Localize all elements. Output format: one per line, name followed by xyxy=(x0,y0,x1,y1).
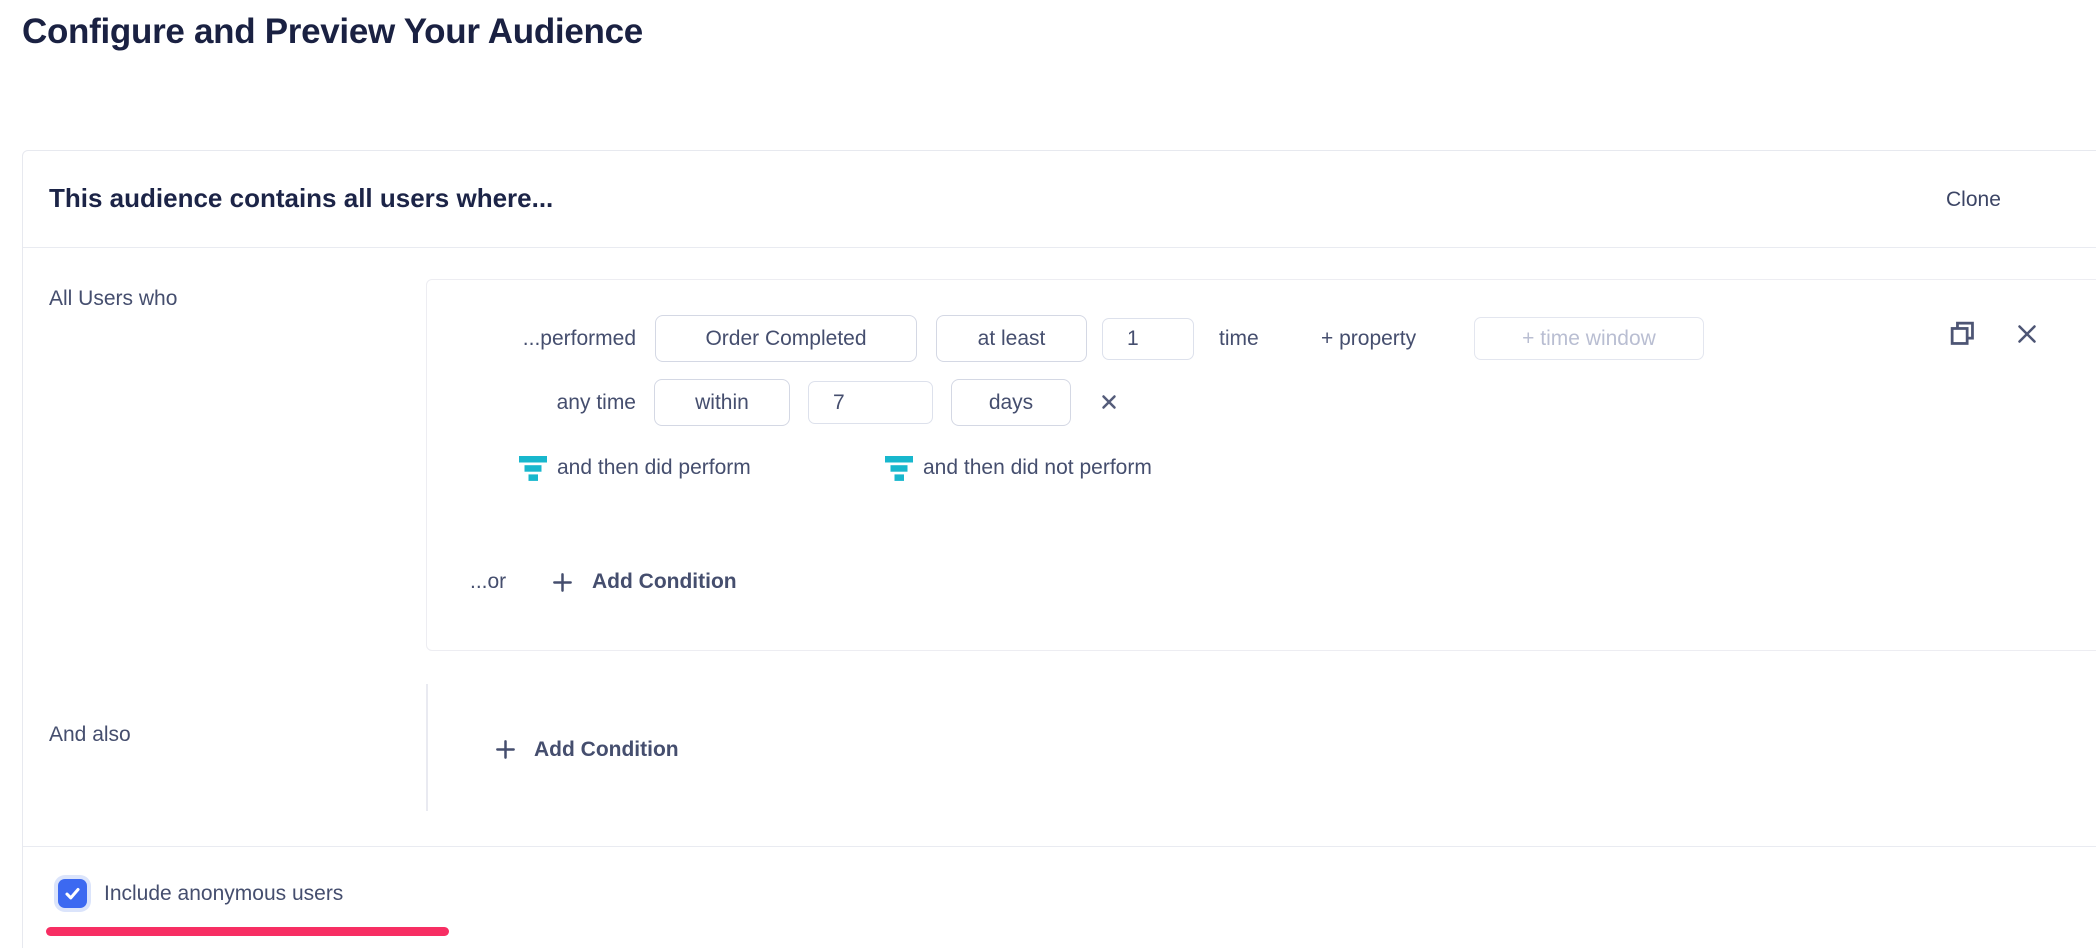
group-label-all-users-who: All Users who xyxy=(49,287,177,311)
duplicate-condition-icon[interactable] xyxy=(1948,319,1978,349)
check-icon xyxy=(63,884,82,903)
header-divider xyxy=(23,247,2096,248)
audience-card: This audience contains all users where..… xyxy=(22,150,2096,948)
add-property-button[interactable]: + property xyxy=(1321,315,1416,362)
annotation-underline xyxy=(46,927,449,936)
and-then-did-perform-link[interactable]: and then did perform xyxy=(557,454,751,481)
and-also-divider xyxy=(426,684,428,811)
anytime-prefix-label: any time xyxy=(427,379,636,426)
funnel-icon xyxy=(885,455,913,481)
clone-button[interactable]: Clone xyxy=(1946,188,2001,212)
condition-group-box: ...performed Order Completed at least ti… xyxy=(426,279,2096,651)
time-operator-button[interactable]: within xyxy=(654,379,790,426)
and-then-did-not-perform-link[interactable]: and then did not perform xyxy=(923,454,1152,481)
remove-time-window-icon[interactable] xyxy=(1099,392,1119,412)
include-anonymous-label: Include anonymous users xyxy=(104,882,343,906)
section-divider xyxy=(23,846,2096,847)
count-input[interactable] xyxy=(1102,318,1194,360)
time-value-input[interactable] xyxy=(808,381,933,424)
count-suffix-label: time xyxy=(1219,315,1259,362)
event-select-button[interactable]: Order Completed xyxy=(655,315,917,362)
operator-select-button[interactable]: at least xyxy=(936,315,1087,362)
time-window-input[interactable] xyxy=(1474,317,1704,360)
add-condition-button[interactable]: Add Condition xyxy=(592,570,737,594)
plus-icon[interactable] xyxy=(494,738,517,761)
page-title: Configure and Preview Your Audience xyxy=(22,12,643,52)
remove-condition-icon[interactable] xyxy=(2015,322,2039,346)
card-title: This audience contains all users where..… xyxy=(49,183,553,214)
plus-icon[interactable] xyxy=(551,571,574,594)
audience-config-page: Configure and Preview Your Audience This… xyxy=(0,0,2096,948)
time-unit-button[interactable]: days xyxy=(951,379,1071,426)
and-also-label: And also xyxy=(49,723,131,747)
funnel-icon xyxy=(519,455,547,481)
add-condition-button[interactable]: Add Condition xyxy=(534,738,679,762)
or-prefix-label: ...or xyxy=(470,568,506,596)
performed-prefix-label: ...performed xyxy=(427,315,636,362)
include-anonymous-checkbox[interactable] xyxy=(58,879,87,908)
